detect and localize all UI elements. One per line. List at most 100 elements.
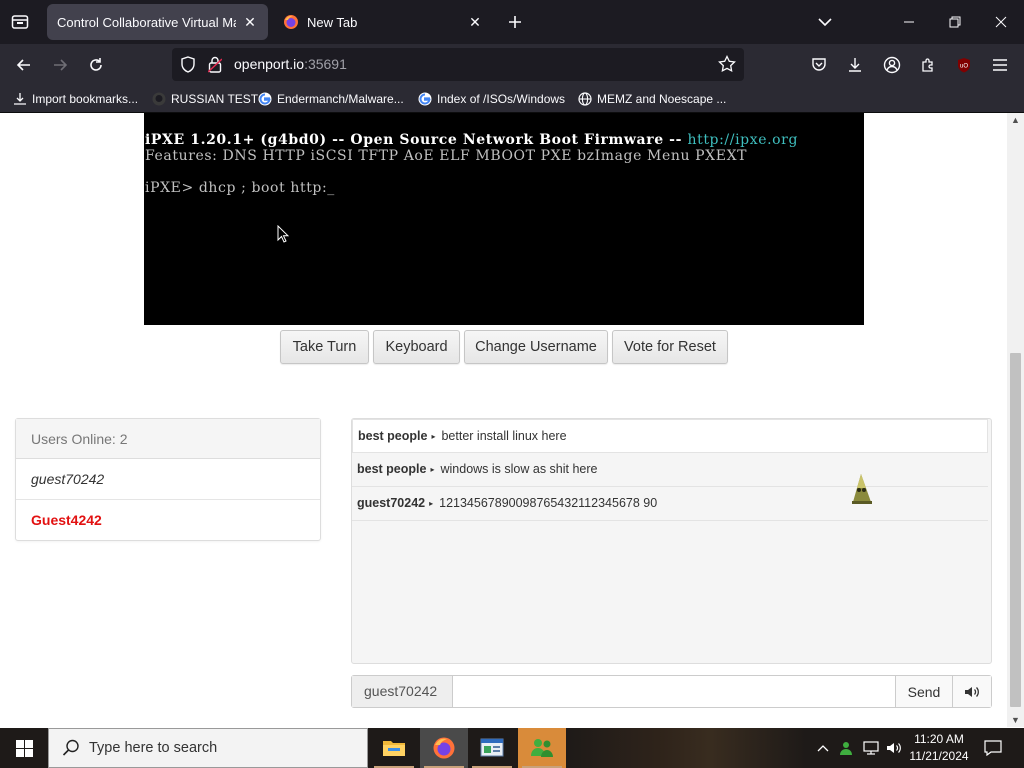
new-tab-button[interactable] <box>503 10 527 34</box>
taskbar-clock[interactable]: 11:20 AM 11/21/2024 <box>905 731 973 765</box>
notification-icon <box>984 740 1002 756</box>
chat-username: best people <box>358 429 428 443</box>
bonzi-agent-icon <box>852 474 872 504</box>
ublock-origin-button[interactable]: uO <box>951 52 977 78</box>
insecure-lock-icon[interactable] <box>208 56 222 73</box>
ublock-icon: uO <box>958 58 970 73</box>
account-button[interactable] <box>879 52 905 78</box>
bookmark-memz[interactable]: MEMZ and Noescape ... <box>577 90 726 108</box>
terminal-line-3: iPXE> dhcp ; boot http:_ <box>145 180 335 196</box>
taskbar-wallpaper-strip <box>566 728 806 768</box>
bookmark-endermanch[interactable]: Endermanch/Malware... <box>257 90 404 108</box>
send-button[interactable]: Send <box>895 676 952 707</box>
chevron-up-icon <box>817 745 829 752</box>
change-username-button[interactable]: Change Username <box>464 330 608 364</box>
app-menu-button[interactable] <box>987 52 1013 78</box>
chat-input-group: guest70242 Send <box>351 675 992 708</box>
bookmarks-toolbar: Import bookmarks... RUSSIAN TEST Enderma… <box>0 85 1024 113</box>
bookmark-russian-test[interactable]: RUSSIAN TEST <box>151 90 258 108</box>
back-button[interactable] <box>11 52 37 78</box>
restore-button[interactable] <box>943 10 967 34</box>
url-port: :35691 <box>304 56 347 72</box>
user-list-item[interactable]: guest70242 <box>16 459 320 500</box>
forward-button[interactable] <box>47 52 73 78</box>
taskbar-search-box[interactable]: Type here to search <box>48 728 368 768</box>
tray-volume[interactable] <box>883 728 905 768</box>
ipxe-banner: iPXE 1.20.1+ (g4bd0) -- Open Source Netw… <box>145 132 688 148</box>
tab-active[interactable]: Control Collaborative Virtual Machi ✕ <box>47 4 268 40</box>
list-all-tabs-button[interactable] <box>813 10 837 34</box>
restore-icon <box>949 16 961 28</box>
chat-username: best people <box>357 462 427 476</box>
navigation-toolbar: openport.io:35691 uO <box>0 44 1024 85</box>
chat-username: guest70242 <box>357 496 426 510</box>
scroll-down-icon[interactable]: ▼ <box>1011 716 1020 725</box>
google-icon <box>417 91 433 107</box>
speaker-icon <box>887 743 901 753</box>
downloads-button[interactable] <box>842 52 868 78</box>
keyboard-button[interactable]: Keyboard <box>373 330 460 364</box>
pocket-button[interactable] <box>806 52 832 78</box>
firefox-view-button[interactable] <box>6 10 34 34</box>
control-panel-icon <box>480 738 504 757</box>
ipxe-link: http://ipxe.org <box>687 132 799 148</box>
search-placeholder: Type here to search <box>89 740 218 756</box>
extensions-button[interactable] <box>915 52 941 78</box>
bookmark-label: Import bookmarks... <box>32 92 139 106</box>
close-window-button[interactable] <box>989 10 1013 34</box>
sound-toggle-button[interactable] <box>952 676 991 707</box>
caret-right-icon: ▸ <box>431 432 436 441</box>
tab-new-tab[interactable]: New Tab ✕ <box>273 4 493 40</box>
bookmark-import[interactable]: Import bookmarks... <box>12 90 138 108</box>
bookmark-index-isos[interactable]: Index of /ISOs/Windows <box>417 90 565 108</box>
start-button[interactable] <box>0 728 48 768</box>
show-hidden-icons-button[interactable] <box>813 728 833 768</box>
mouse-cursor-icon <box>277 225 289 243</box>
scroll-up-icon[interactable]: ▲ <box>1011 116 1020 125</box>
clock-time: 11:20 AM <box>914 732 964 746</box>
chat-message: guest70242 ▸ 12134567890098765432112345678… <box>352 487 988 521</box>
url-host: openport.io <box>234 56 305 72</box>
close-icon <box>995 16 1007 28</box>
taskbar-file-explorer[interactable] <box>370 728 418 768</box>
tray-messenger-status[interactable] <box>836 728 856 768</box>
tracking-protection-shield-icon[interactable] <box>180 56 196 73</box>
vm-display[interactable]: iPXE 1.20.1+ (g4bd0) -- Open Source Netw… <box>144 113 864 325</box>
chat-panel: best people ▸ better install linux here be… <box>351 418 992 664</box>
minimize-button[interactable] <box>897 10 921 34</box>
tray-network[interactable] <box>860 728 882 768</box>
users-online-panel: Users Online: 2 guest70242 Guest4242 <box>15 418 321 541</box>
reload-button[interactable] <box>83 52 109 78</box>
taskbar-control-panel[interactable] <box>468 728 516 768</box>
action-center-button[interactable] <box>978 728 1008 768</box>
chevron-down-icon <box>818 18 832 27</box>
page-scrollbar[interactable]: ▲ ▼ <box>1007 113 1024 727</box>
bookmark-label: Endermanch/Malware... <box>277 92 404 106</box>
taskbar-firefox[interactable] <box>420 728 468 768</box>
tab-title: New Tab <box>307 14 358 30</box>
messenger-buddies-icon <box>531 739 553 757</box>
scrollbar-thumb[interactable] <box>1010 353 1021 707</box>
chat-text: better install linux here <box>441 429 567 443</box>
chat-input-field[interactable] <box>453 676 895 707</box>
vote-for-reset-button[interactable]: Vote for Reset <box>612 330 728 364</box>
tab-close-icon[interactable]: ✕ <box>242 14 258 30</box>
take-turn-button[interactable]: Take Turn <box>280 330 369 364</box>
address-bar[interactable]: openport.io:35691 <box>172 48 744 81</box>
chat-text: windows is slow as shit here <box>440 462 598 476</box>
volume-icon <box>965 686 979 697</box>
messenger-tray-icon <box>840 742 852 755</box>
page-content: iPXE 1.20.1+ (g4bd0) -- Open Source Netw… <box>0 113 1007 727</box>
bookmark-star-button[interactable] <box>718 55 736 73</box>
download-icon <box>849 58 861 72</box>
user-list-item-self[interactable]: Guest4242 <box>16 500 320 541</box>
chat-message: best people ▸ windows is slow as shit here <box>352 453 988 487</box>
bookmark-label: MEMZ and Noescape ... <box>597 92 727 106</box>
account-icon <box>883 56 901 74</box>
tab-close-icon[interactable]: ✕ <box>467 14 483 30</box>
taskbar-messenger[interactable] <box>518 728 566 768</box>
users-online-count: Users Online: 2 <box>16 419 320 459</box>
caret-right-icon: ▸ <box>430 465 435 474</box>
firefox-icon <box>283 14 299 30</box>
terminal-line-2: Features: DNS HTTP iSCSI TFTP AoE ELF MB… <box>145 148 748 164</box>
